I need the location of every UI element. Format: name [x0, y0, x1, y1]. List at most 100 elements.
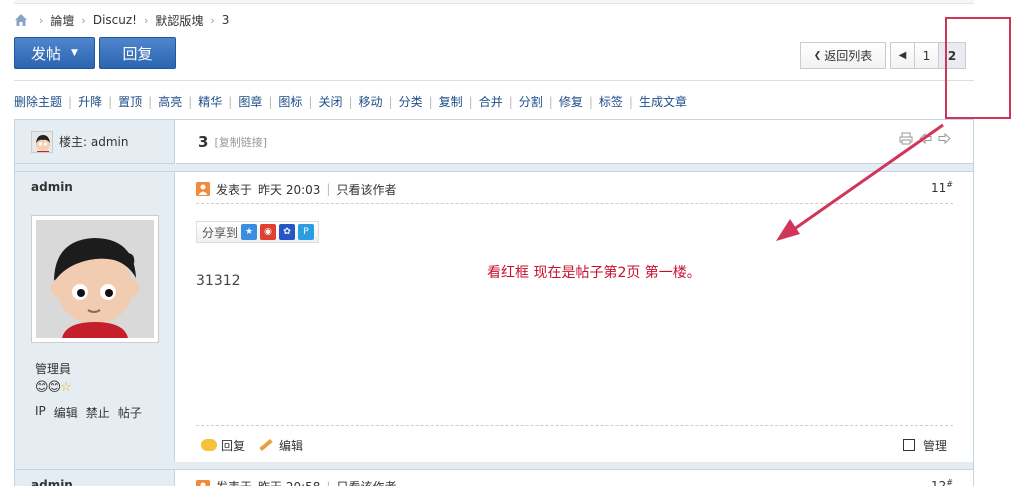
- chevron-right-icon: ›: [81, 13, 86, 27]
- mod-highlight[interactable]: 高亮: [158, 93, 182, 110]
- caret-down-icon: ▼: [71, 48, 78, 58]
- reply-label: 回复: [122, 44, 153, 63]
- post-author[interactable]: admin: [31, 478, 73, 486]
- separator: |: [108, 94, 113, 109]
- mod-tags[interactable]: 标签: [599, 93, 623, 110]
- post-actions: 回复 编辑 管理: [201, 436, 947, 454]
- mod-copy[interactable]: 复制: [439, 93, 463, 110]
- qzone-icon[interactable]: ★: [241, 224, 258, 240]
- breadcrumb-thread[interactable]: 3: [222, 13, 230, 27]
- post-floor[interactable]: 11#: [931, 180, 953, 195]
- post-reply-button[interactable]: 回复: [201, 437, 245, 454]
- mod-category[interactable]: 分类: [399, 93, 423, 110]
- post-edit-button[interactable]: 编辑: [259, 437, 303, 454]
- separator: |: [508, 94, 513, 109]
- speech-bubble-icon: [201, 439, 217, 451]
- separator: |: [628, 94, 633, 109]
- thread-title: 3: [198, 132, 209, 151]
- author-edit-link[interactable]: 编辑: [54, 404, 78, 421]
- post-author[interactable]: admin: [31, 180, 73, 194]
- separator: |: [428, 94, 433, 109]
- separator: |: [148, 94, 153, 109]
- home-icon[interactable]: [14, 13, 28, 27]
- reply-button[interactable]: 回复: [99, 37, 176, 69]
- moderation-bar: 删除主题 | 升降 | 置顶 | 高亮 | 精华 | 图章 | 图标 | 关闭 | 移动 | 分类…: [14, 93, 687, 110]
- pengyou-icon[interactable]: P: [298, 224, 315, 240]
- author-admin-links: IP 编辑 禁止 帖子: [35, 404, 142, 421]
- separator: |: [188, 94, 193, 109]
- mod-delete-thread[interactable]: 删除主题: [14, 93, 62, 110]
- breadcrumb-forum[interactable]: 論壇: [50, 12, 74, 29]
- post-floor[interactable]: 12#: [931, 478, 953, 486]
- back-to-list-label: 返回列表: [824, 49, 873, 63]
- mod-digest[interactable]: 精华: [198, 93, 222, 110]
- mod-close[interactable]: 关闭: [318, 93, 342, 110]
- thread-title-bar: 3 [复制链接]: [176, 120, 973, 164]
- dashed-divider: [196, 425, 953, 426]
- page-number: 1: [922, 48, 931, 63]
- post-meta: 发表于 昨天 20:03 | 只看该作者 11#: [196, 180, 953, 198]
- separator: |: [268, 94, 273, 109]
- top-strip: [14, 0, 974, 4]
- mod-icon[interactable]: 图标: [278, 93, 302, 110]
- author-ban-link[interactable]: 禁止: [86, 404, 110, 421]
- thread-op-header: 楼主: admin: [15, 120, 175, 164]
- author-avatar[interactable]: [31, 215, 159, 343]
- separator: |: [326, 182, 331, 196]
- prev-page-button[interactable]: ◀: [890, 42, 914, 69]
- smiley-icon: 😊: [35, 380, 49, 395]
- op-avatar[interactable]: [31, 130, 53, 153]
- post-edit-label: 编辑: [279, 438, 304, 453]
- floor-number: 11: [931, 181, 947, 195]
- print-icon[interactable]: [899, 132, 913, 148]
- separator: |: [348, 94, 353, 109]
- author-ip-link[interactable]: IP: [35, 404, 46, 421]
- author-group[interactable]: 管理員: [35, 360, 71, 377]
- copy-link[interactable]: [复制链接]: [214, 134, 267, 150]
- mod-sticky[interactable]: 置顶: [118, 93, 142, 110]
- online-status-icon: [196, 182, 210, 196]
- baidu-icon[interactable]: ✿: [279, 224, 296, 240]
- page-1-button[interactable]: 1: [914, 42, 938, 69]
- annotation-red-box: [945, 17, 1011, 119]
- post-manage-toggle[interactable]: 管理: [902, 437, 947, 454]
- mod-merge[interactable]: 合并: [479, 93, 503, 110]
- breadcrumb-board[interactable]: 默認版塊: [155, 12, 203, 29]
- mod-generate-article[interactable]: 生成文章: [639, 93, 687, 110]
- mod-split[interactable]: 分割: [519, 93, 543, 110]
- post-separator: [15, 462, 973, 470]
- avatar-image: [36, 220, 154, 338]
- new-post-button[interactable]: 发帖 ▼: [14, 37, 95, 69]
- only-author-link[interactable]: 只看该作者: [336, 478, 396, 486]
- separator: |: [548, 94, 553, 109]
- weibo-icon[interactable]: ◉: [260, 224, 277, 240]
- chevron-right-icon: ›: [210, 13, 215, 27]
- next-thread-icon[interactable]: [938, 132, 951, 148]
- mod-repair[interactable]: 修复: [559, 93, 583, 110]
- breadcrumb: › 論壇 › Discuz! › 默認版塊 › 3: [14, 12, 229, 28]
- breadcrumb-discuz[interactable]: Discuz!: [93, 13, 137, 27]
- only-author-link[interactable]: 只看该作者: [336, 181, 396, 198]
- posted-prefix: 发表于: [216, 478, 252, 486]
- back-to-list-button[interactable]: ❮ 返回列表: [800, 42, 886, 69]
- thread-table: 楼主: admin 3 [复制链接] admin 管理員 😊😊☆ IP 编辑 禁…: [14, 119, 974, 486]
- manage-label: 管理: [922, 438, 947, 453]
- caret-left-icon: ◀: [898, 50, 907, 61]
- post-meta: 发表于 昨天 20:58 | 只看该作者 12#: [196, 478, 953, 486]
- mod-move[interactable]: 移动: [359, 93, 383, 110]
- mod-bump[interactable]: 升降: [78, 93, 102, 110]
- mod-stamp[interactable]: 图章: [238, 93, 262, 110]
- separator: |: [228, 94, 233, 109]
- share-label: 分享到: [202, 225, 239, 240]
- prev-thread-icon[interactable]: [919, 132, 932, 148]
- rank-icons: 😊😊☆: [35, 380, 72, 395]
- separator: |: [308, 94, 313, 109]
- author-posts-link[interactable]: 帖子: [118, 404, 142, 421]
- op-label[interactable]: 楼主: admin: [59, 133, 128, 150]
- floor-number: 12: [931, 479, 947, 486]
- thread-tools: [899, 132, 951, 148]
- share-bar: 分享到 ★ ◉ ✿ P: [196, 221, 320, 243]
- divider: [14, 80, 974, 81]
- post-content: 31312: [196, 273, 241, 289]
- manage-checkbox[interactable]: [902, 439, 915, 451]
